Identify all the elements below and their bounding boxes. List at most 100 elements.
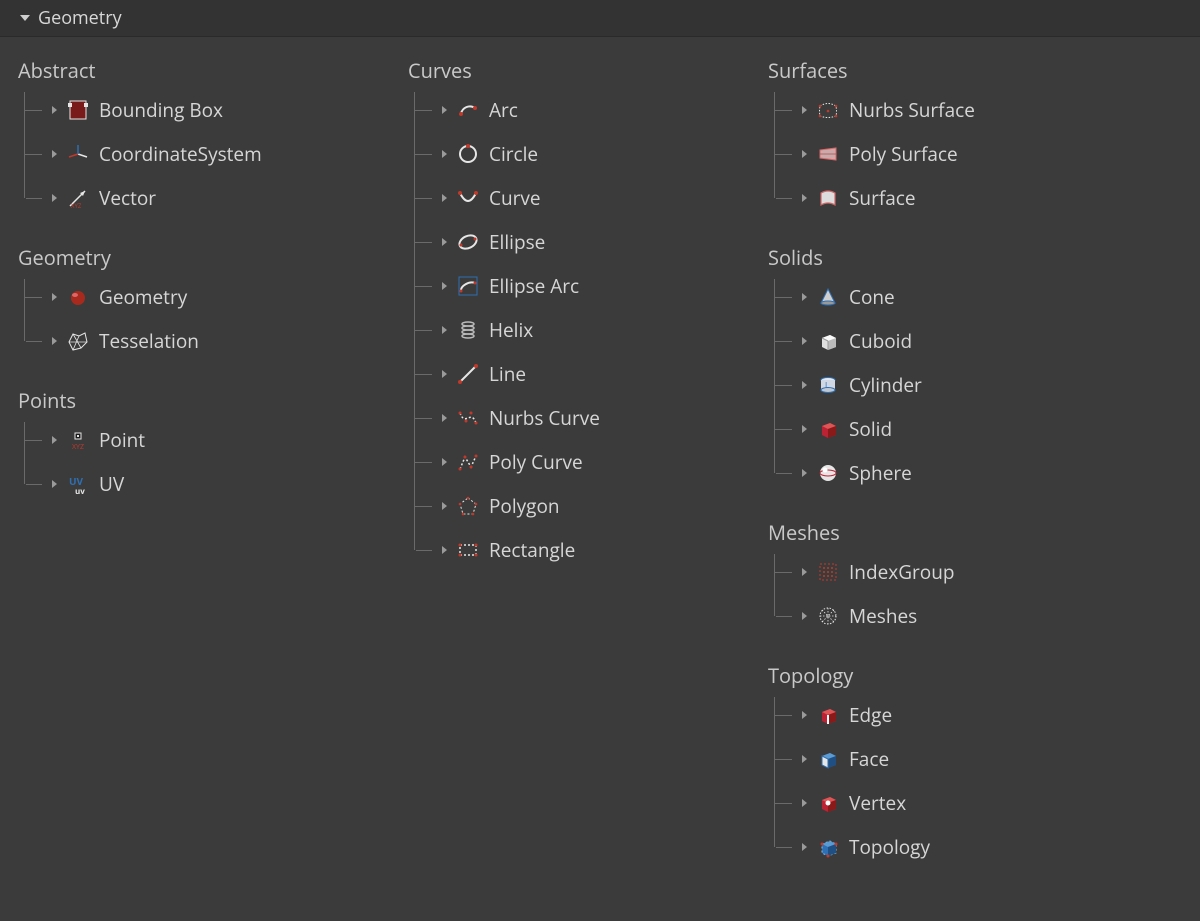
tree: IndexGroup Meshes — [768, 550, 1148, 638]
expand-caret-icon[interactable] — [442, 194, 447, 202]
expand-caret-icon[interactable] — [442, 150, 447, 158]
expand-caret-icon[interactable] — [442, 238, 447, 246]
expand-caret-icon[interactable] — [802, 711, 807, 719]
group: Points PointUV — [18, 387, 388, 506]
expand-caret-icon[interactable] — [442, 370, 447, 378]
nurbs-curve-icon — [457, 407, 479, 429]
tree-node-label: Arc — [489, 97, 518, 123]
expand-caret-icon[interactable] — [802, 425, 807, 433]
tree-node[interactable]: Face — [780, 737, 1148, 781]
expand-caret-icon[interactable] — [802, 799, 807, 807]
tree-node[interactable]: Line — [420, 352, 748, 396]
geometry-panel: Geometry Abstract Bounding Box CoordinateS… — [0, 0, 1200, 921]
tree-node[interactable]: Point — [30, 418, 388, 462]
tree-node[interactable]: Geometry — [30, 275, 388, 319]
group-title: Points — [18, 387, 388, 414]
group: CurvesArcCircleCurveEllipseEllipse ArcHe… — [408, 57, 748, 572]
indexgroup-icon — [817, 561, 839, 583]
tree-node[interactable]: Poly Surface — [780, 132, 1148, 176]
expand-caret-icon[interactable] — [52, 293, 57, 301]
tree-node[interactable]: IndexGroup — [780, 550, 1148, 594]
expand-caret-icon[interactable] — [52, 337, 57, 345]
coordinatesystem-icon — [67, 143, 89, 165]
tree: ConeCuboidCylinder Solid Sphere — [768, 275, 1148, 495]
tree-node-label: Surface — [849, 185, 916, 211]
expand-caret-icon[interactable] — [802, 568, 807, 576]
expand-caret-icon[interactable] — [52, 194, 57, 202]
tree-node[interactable]: Vector — [30, 176, 388, 220]
tree-node[interactable]: UV — [30, 462, 388, 506]
tree-node[interactable]: Helix — [420, 308, 748, 352]
expand-caret-icon[interactable] — [802, 150, 807, 158]
sphere-icon — [817, 462, 839, 484]
group-title: Surfaces — [768, 57, 1148, 84]
expand-caret-icon[interactable] — [802, 843, 807, 851]
nurbs-surface-icon — [817, 99, 839, 121]
tree-node[interactable]: Topology — [780, 825, 1148, 869]
column: Abstract Bounding Box CoordinateSystem Vect… — [18, 57, 388, 875]
tree-node-label: Solid — [849, 416, 892, 442]
tree-node[interactable]: Arc — [420, 88, 748, 132]
edge-icon — [817, 704, 839, 726]
tree-node[interactable]: Cylinder — [780, 363, 1148, 407]
tree-node[interactable]: Rectangle — [420, 528, 748, 572]
expand-caret-icon[interactable] — [442, 502, 447, 510]
tree-node[interactable]: Solid — [780, 407, 1148, 451]
tree-node-label: Meshes — [849, 603, 917, 629]
expand-caret-icon[interactable] — [52, 436, 57, 444]
expand-caret-icon[interactable] — [442, 106, 447, 114]
expand-caret-icon[interactable] — [802, 194, 807, 202]
tree-node-label: Tesselation — [99, 328, 199, 354]
tree-node[interactable]: Ellipse Arc — [420, 264, 748, 308]
expand-caret-icon[interactable] — [802, 755, 807, 763]
surface-icon — [817, 187, 839, 209]
tree-node[interactable]: Sphere — [780, 451, 1148, 495]
tree: PointUV — [18, 418, 388, 506]
expand-caret-icon[interactable] — [442, 414, 447, 422]
uv-icon — [67, 473, 89, 495]
tree-node[interactable]: Edge — [780, 693, 1148, 737]
expand-caret-icon[interactable] — [442, 282, 447, 290]
expand-caret-icon[interactable] — [52, 480, 57, 488]
tree: Nurbs SurfacePoly Surface Surface — [768, 88, 1148, 220]
tree-node[interactable]: Tesselation — [30, 319, 388, 363]
tree-node[interactable]: Curve — [420, 176, 748, 220]
expand-caret-icon[interactable] — [442, 546, 447, 554]
tree-node[interactable]: Circle — [420, 132, 748, 176]
expand-caret-icon[interactable] — [802, 106, 807, 114]
circle-icon — [457, 143, 479, 165]
expand-caret-icon[interactable] — [442, 458, 447, 466]
expand-caret-icon[interactable] — [442, 326, 447, 334]
tree-node[interactable]: Bounding Box — [30, 88, 388, 132]
expand-caret-icon[interactable] — [802, 381, 807, 389]
expand-caret-icon[interactable] — [802, 469, 807, 477]
poly-curve-icon — [457, 451, 479, 473]
topology-icon — [817, 836, 839, 858]
tree: Geometry Tesselation — [18, 275, 388, 363]
tree-node[interactable]: Meshes — [780, 594, 1148, 638]
tree-node[interactable]: Cone — [780, 275, 1148, 319]
tree-node-label: Vector — [99, 185, 156, 211]
expand-caret-icon[interactable] — [52, 106, 57, 114]
expand-caret-icon[interactable] — [802, 337, 807, 345]
group: MeshesIndexGroup Meshes — [768, 519, 1148, 638]
tree-node[interactable]: Polygon — [420, 484, 748, 528]
tree-node[interactable]: Poly Curve — [420, 440, 748, 484]
tree-node[interactable]: Nurbs Curve — [420, 396, 748, 440]
group-title: Abstract — [18, 57, 388, 84]
tree-node-label: Sphere — [849, 460, 912, 486]
panel-header[interactable]: Geometry — [0, 0, 1200, 37]
tree-node-label: CoordinateSystem — [99, 141, 262, 167]
expand-caret-icon[interactable] — [52, 150, 57, 158]
tree-node[interactable]: Ellipse — [420, 220, 748, 264]
tree: Arc CircleCurveEllipseEllipse ArcHelixLin… — [408, 88, 748, 572]
group: GeometryGeometry Tesselation — [18, 244, 388, 363]
tree-node[interactable]: Cuboid — [780, 319, 1148, 363]
tree-node[interactable]: Vertex — [780, 781, 1148, 825]
expand-caret-icon[interactable] — [802, 612, 807, 620]
tree-node[interactable]: Nurbs Surface — [780, 88, 1148, 132]
tree-node-label: Bounding Box — [99, 97, 223, 123]
expand-caret-icon[interactable] — [802, 293, 807, 301]
tree-node[interactable]: Surface — [780, 176, 1148, 220]
tree-node[interactable]: CoordinateSystem — [30, 132, 388, 176]
